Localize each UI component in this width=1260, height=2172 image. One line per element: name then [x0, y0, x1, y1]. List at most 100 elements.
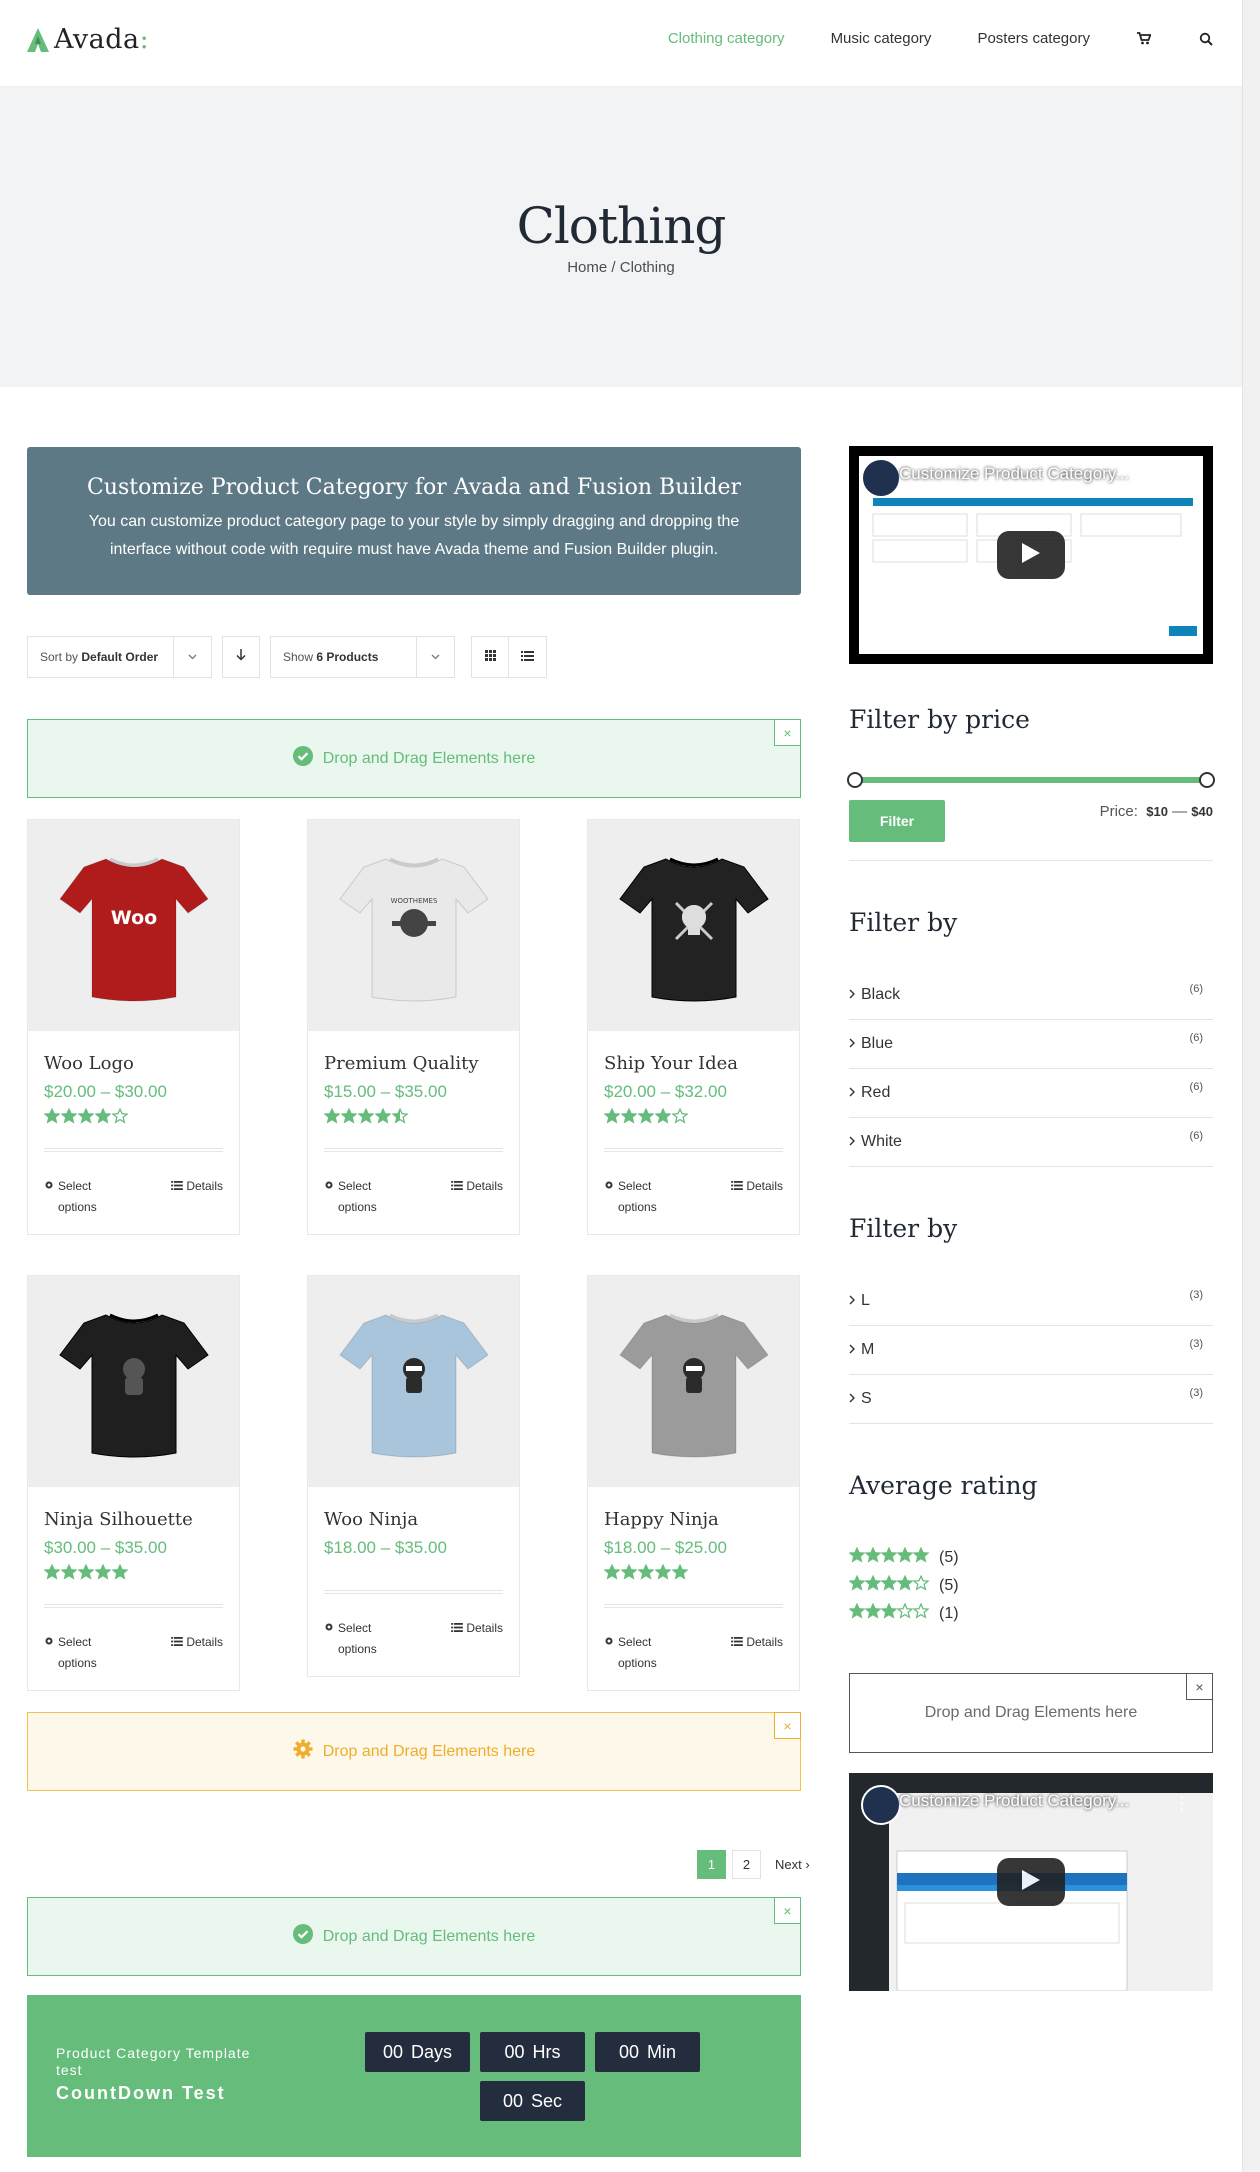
- select-options-button[interactable]: Select options: [324, 1176, 398, 1218]
- price-slider-min-handle[interactable]: [847, 772, 863, 788]
- dropzone-sidebar[interactable]: Drop and Drag Elements here ×: [849, 1673, 1213, 1753]
- rating-filter-item[interactable]: (5): [848, 1574, 959, 1596]
- rating-count: (1): [939, 1604, 959, 1622]
- main-nav: Clothing category Music category Posters…: [668, 30, 1214, 47]
- price-slider[interactable]: [847, 772, 1215, 788]
- filter-item[interactable]: White (6): [849, 1118, 1213, 1167]
- close-icon[interactable]: ×: [774, 719, 801, 746]
- product-image[interactable]: Woo: [28, 820, 239, 1031]
- product-price: $20.00 – $32.00: [604, 1082, 727, 1101]
- sort-select[interactable]: Sort by Default Order: [27, 636, 212, 678]
- check-circle-icon: [292, 746, 313, 771]
- rating-filter-item[interactable]: (1): [848, 1602, 959, 1624]
- rating-stars: [848, 1574, 930, 1596]
- dropzone-top[interactable]: Drop and Drag Elements here ×: [27, 719, 801, 798]
- scrollbar[interactable]: [1242, 0, 1260, 2172]
- details-button[interactable]: Details: [451, 1176, 503, 1218]
- filter-item[interactable]: Red (6): [849, 1069, 1213, 1118]
- gear-icon: [604, 1632, 614, 1674]
- play-button[interactable]: [997, 1858, 1065, 1906]
- product-card[interactable]: Woo Woo Logo $20.00 – $30.00 Select options…: [27, 819, 240, 1235]
- filter-item[interactable]: L (3): [849, 1277, 1213, 1326]
- product-image[interactable]: WOOTHEMES: [308, 820, 519, 1031]
- sort-direction-button[interactable]: [222, 636, 260, 678]
- product-image[interactable]: [588, 820, 799, 1031]
- product-image[interactable]: [28, 1276, 239, 1487]
- video-embed-bottom[interactable]: Customize Product Category... ⋮: [849, 1773, 1213, 1991]
- nav-music-category[interactable]: Music category: [831, 30, 932, 47]
- chevron-right-icon: [849, 1035, 855, 1053]
- filter-button[interactable]: Filter: [849, 800, 945, 842]
- star-icon: [864, 1602, 882, 1619]
- product-title[interactable]: Premium Quality: [324, 1053, 503, 1074]
- nav-clothing-category[interactable]: Clothing category: [668, 30, 785, 47]
- product-title[interactable]: Woo Logo: [44, 1053, 223, 1074]
- select-options-button[interactable]: Select options: [324, 1618, 398, 1660]
- rating-filter-item[interactable]: (5): [848, 1546, 959, 1568]
- details-button[interactable]: Details: [171, 1632, 223, 1674]
- filter-item[interactable]: M (3): [849, 1326, 1213, 1375]
- more-options-icon[interactable]: ⋮: [1173, 1793, 1191, 1814]
- dropzone-label: Drop and Drag Elements here: [924, 1704, 1138, 1721]
- star-icon: [880, 1546, 898, 1563]
- list-icon: [731, 1176, 744, 1218]
- filter-item[interactable]: Black (6): [849, 971, 1213, 1020]
- filter-item[interactable]: Blue (6): [849, 1020, 1213, 1069]
- product-image[interactable]: [308, 1276, 519, 1487]
- star-icon: [896, 1546, 914, 1563]
- product-card[interactable]: Ship Your Idea $20.00 – $32.00 Select opti…: [587, 819, 800, 1235]
- select-options-label: Select options: [618, 1635, 657, 1670]
- logo[interactable]: Avada:: [26, 24, 149, 55]
- product-card[interactable]: Woo Ninja $18.00 – $35.00 Select options De…: [307, 1275, 520, 1677]
- play-button[interactable]: [997, 531, 1065, 579]
- close-icon[interactable]: ×: [774, 1897, 801, 1924]
- product-card[interactable]: Ninja Silhouette $30.00 – $35.00 Select op…: [27, 1275, 240, 1691]
- channel-avatar: [861, 1785, 901, 1825]
- star-icon: [896, 1574, 914, 1591]
- product-title[interactable]: Happy Ninja: [604, 1509, 783, 1530]
- list-view-button[interactable]: [509, 636, 547, 678]
- product-title[interactable]: Ninja Silhouette: [44, 1509, 223, 1530]
- product-title[interactable]: Ship Your Idea: [604, 1053, 783, 1074]
- select-options-button[interactable]: Select options: [44, 1176, 118, 1218]
- cart-icon[interactable]: [1136, 31, 1152, 47]
- filter-color-title: Filter by: [849, 908, 958, 937]
- gear-icon: [44, 1176, 54, 1218]
- more-options-icon[interactable]: ⋮: [1173, 466, 1191, 487]
- page-1-button[interactable]: 1: [697, 1850, 726, 1879]
- product-card[interactable]: Happy Ninja $18.00 – $25.00 Select options…: [587, 1275, 800, 1691]
- close-icon[interactable]: ×: [1186, 1673, 1213, 1700]
- price-min: $10: [1146, 804, 1168, 819]
- details-button[interactable]: Details: [731, 1632, 783, 1674]
- star-icon: [375, 1108, 391, 1124]
- product-card[interactable]: WOOTHEMES Premium Quality $15.00 – $35.00 S…: [307, 819, 520, 1235]
- banner-title: Customize Product Category for Avada and…: [86, 475, 742, 500]
- star-icon: [880, 1574, 898, 1591]
- show-count-select[interactable]: Show 6 Products: [270, 636, 455, 678]
- pagination: 1 2 Next ›: [697, 1850, 810, 1879]
- select-options-button[interactable]: Select options: [604, 1632, 678, 1674]
- select-options-button[interactable]: Select options: [44, 1632, 118, 1674]
- chevron-down-icon: [416, 637, 454, 677]
- filter-item[interactable]: S (3): [849, 1375, 1213, 1424]
- product-image[interactable]: [588, 1276, 799, 1487]
- price-slider-max-handle[interactable]: [1199, 772, 1215, 788]
- page-2-button[interactable]: 2: [732, 1850, 761, 1879]
- nav-posters-category[interactable]: Posters category: [977, 30, 1090, 47]
- color-filter-list: Black (6) Blue (6) Red (6) White (6): [849, 971, 1213, 1167]
- select-options-button[interactable]: Select options: [604, 1176, 678, 1218]
- price-separator: —: [1172, 803, 1188, 820]
- product-title[interactable]: Woo Ninja: [324, 1509, 503, 1530]
- dropzone-middle[interactable]: Drop and Drag Elements here ×: [27, 1712, 801, 1791]
- grid-view-button[interactable]: [471, 636, 509, 678]
- next-page-link[interactable]: Next ›: [775, 1857, 810, 1872]
- details-button[interactable]: Details: [451, 1618, 503, 1660]
- breadcrumb[interactable]: Home / Clothing: [0, 259, 1242, 276]
- countdown-seconds: 00 Sec: [480, 2081, 585, 2121]
- dropzone-bottom[interactable]: Drop and Drag Elements here ×: [27, 1897, 801, 1976]
- video-embed-top[interactable]: Customize Product Category... ⋮: [849, 446, 1213, 664]
- details-button[interactable]: Details: [171, 1176, 223, 1218]
- search-icon[interactable]: [1198, 31, 1214, 47]
- close-icon[interactable]: ×: [774, 1712, 801, 1739]
- details-button[interactable]: Details: [731, 1176, 783, 1218]
